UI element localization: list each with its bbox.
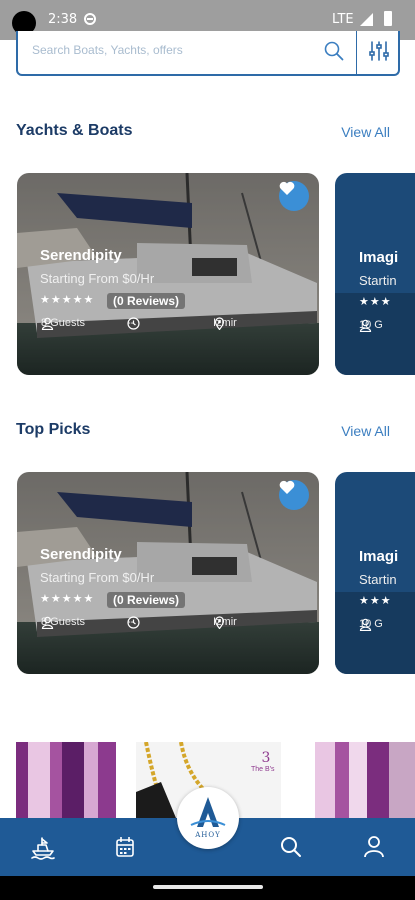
card-price: Startin <box>359 572 397 587</box>
rating-stars: ★★★ <box>359 594 392 607</box>
card-title: Imagi <box>359 249 399 266</box>
guests-icon <box>41 616 54 629</box>
filter-icon[interactable] <box>368 40 390 62</box>
home-gesture-bar[interactable] <box>153 885 263 889</box>
search-input[interactable] <box>32 43 312 57</box>
gesture-area <box>0 876 415 900</box>
guests-meta: 8 Guests <box>41 317 85 330</box>
guests-icon <box>41 317 54 330</box>
location-pin-icon <box>214 616 225 629</box>
boat-card-serendipity[interactable]: Serendipity Starting From $0/Hr ★★★★★ (0… <box>17 173 319 375</box>
section-title-top-picks: Top Picks <box>16 421 91 438</box>
search-divider <box>356 31 357 74</box>
card-title: Serendipity <box>40 546 122 563</box>
guests-meta: 10 G <box>359 319 383 332</box>
review-count: (0 Reviews) <box>107 592 186 608</box>
duration-meta: -- <box>127 317 140 330</box>
profile-icon[interactable] <box>361 834 387 860</box>
boat-icon[interactable] <box>30 834 56 860</box>
calendar-icon[interactable] <box>112 834 138 860</box>
boat-card-peek[interactable]: Imagi Startin ★★★ 10 G <box>335 472 415 674</box>
favorite-heart-icon[interactable] <box>279 181 309 211</box>
clock-icon <box>127 616 140 629</box>
view-all-top-picks-link[interactable]: View All <box>341 423 390 439</box>
search-bar <box>16 31 400 76</box>
status-time: 2:38 <box>48 12 78 27</box>
search-icon[interactable] <box>324 41 344 61</box>
review-count: (0 Reviews) <box>107 293 186 309</box>
view-all-yachts-link[interactable]: View All <box>341 124 390 140</box>
search-icon[interactable] <box>278 834 304 860</box>
rating-stars: ★★★★★ <box>40 293 95 306</box>
card-title: Imagi <box>359 548 399 565</box>
svg-text:3: 3 <box>262 750 271 766</box>
location-meta: Izmir <box>213 616 237 629</box>
network-label: LTE <box>332 12 354 27</box>
promo-banner[interactable] <box>16 742 116 818</box>
guests-icon <box>359 319 372 332</box>
location-pin-icon <box>214 317 225 330</box>
battery-icon <box>384 11 392 26</box>
favorite-heart-icon[interactable] <box>279 480 309 510</box>
guests-icon <box>359 618 372 631</box>
signal-icon <box>360 13 373 26</box>
promo-banner[interactable] <box>315 742 415 818</box>
guests-meta: 10 G <box>359 618 383 631</box>
guests-meta: 8 Guests <box>41 616 85 629</box>
do-not-disturb-icon <box>84 13 96 25</box>
card-title: Serendipity <box>40 247 122 264</box>
duration-meta: -- <box>127 616 140 629</box>
boat-card-peek[interactable]: Imagi Startin ★★★ 10 G <box>335 173 415 375</box>
card-price: Starting From $0/Hr <box>40 271 155 286</box>
logo-text: AHOY <box>195 831 221 839</box>
card-price: Startin <box>359 273 397 288</box>
section-title-yachts-boats: Yachts & Boats <box>16 122 133 139</box>
location-meta: Izmir <box>213 317 237 330</box>
clock-icon <box>127 317 140 330</box>
boat-card-serendipity[interactable]: Serendipity Starting From $0/Hr ★★★★★ (0… <box>17 472 319 674</box>
card-price: Starting From $0/Hr <box>40 570 155 585</box>
rating-stars: ★★★★★ <box>40 592 95 605</box>
ahoy-logo-button[interactable]: AHOY <box>177 787 239 849</box>
rating-stars: ★★★ <box>359 295 392 308</box>
ahoy-logo-icon <box>190 797 226 827</box>
banner-brand-text: The B's <box>251 766 275 773</box>
